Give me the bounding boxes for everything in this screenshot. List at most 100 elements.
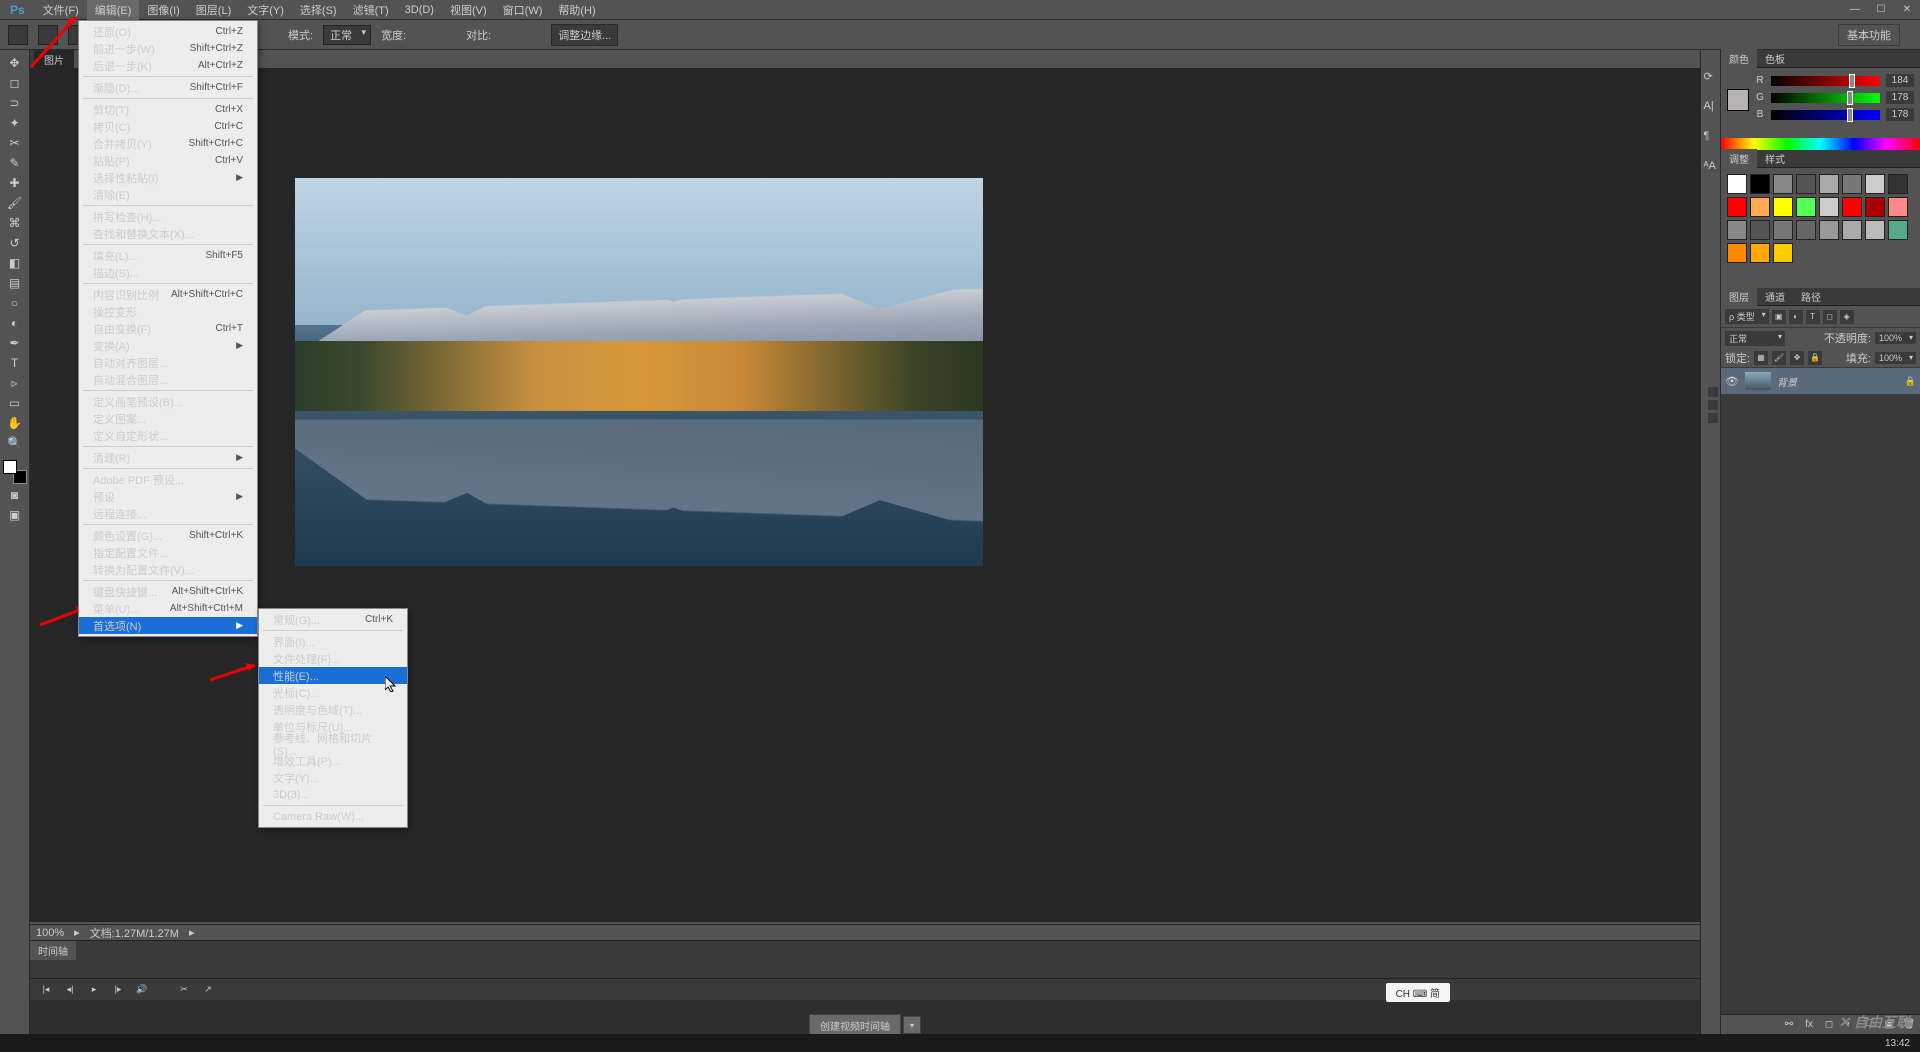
- tab-adjustments[interactable]: 调整: [1721, 149, 1757, 168]
- menu-item[interactable]: 合并拷贝(Y)Shift+Ctrl+C: [79, 135, 257, 152]
- menu-item[interactable]: 颜色设置(G)...Shift+Ctrl+K: [79, 527, 257, 544]
- submenu-item[interactable]: Camera Raw(W)...: [259, 808, 407, 825]
- menu-filter[interactable]: 滤镜(T): [345, 0, 397, 21]
- tab-channels[interactable]: 通道: [1757, 287, 1793, 306]
- style-swatch[interactable]: [1796, 220, 1816, 240]
- menu-file[interactable]: 文件(F): [35, 0, 87, 21]
- r-value[interactable]: 184: [1886, 74, 1914, 87]
- g-value[interactable]: 178: [1886, 91, 1914, 104]
- tab-styles[interactable]: 样式: [1757, 149, 1793, 168]
- style-swatch[interactable]: [1727, 243, 1747, 263]
- go-to-first-frame-icon[interactable]: |◂: [38, 983, 54, 997]
- menu-window[interactable]: 窗口(W): [495, 0, 551, 21]
- docinfo-arrow-icon[interactable]: ▸: [189, 926, 195, 939]
- menu-item[interactable]: 变换(A)▶: [79, 337, 257, 354]
- lock-icon[interactable]: 🔒: [1905, 376, 1916, 387]
- ime-indicator[interactable]: CH ⌨ 简: [1386, 983, 1450, 1002]
- blend-mode-dropdown[interactable]: 正常: [323, 25, 371, 45]
- menu-item[interactable]: 选择性粘贴(I)▶: [79, 169, 257, 186]
- style-swatch[interactable]: [1888, 174, 1908, 194]
- blur-tool[interactable]: ○: [4, 294, 26, 312]
- paragraph-panel-icon[interactable]: ¶: [1704, 130, 1718, 144]
- gradient-tool[interactable]: ▤: [4, 274, 26, 292]
- filter-smartobj-icon[interactable]: ◈: [1840, 310, 1854, 324]
- lock-pixels-icon[interactable]: 🖌: [1772, 351, 1786, 365]
- style-swatch[interactable]: [1796, 174, 1816, 194]
- dodge-tool[interactable]: ◐: [4, 314, 26, 332]
- menu-item[interactable]: 首选项(N)▶: [79, 617, 257, 634]
- menu-item[interactable]: 预设▶: [79, 488, 257, 505]
- maximize-button[interactable]: ☐: [1873, 2, 1889, 16]
- clone-stamp-tool[interactable]: ⌘: [4, 214, 26, 232]
- pen-tool[interactable]: ✒: [4, 334, 26, 352]
- menu-item[interactable]: 拼写检查(H)...: [79, 208, 257, 225]
- lock-all-icon[interactable]: 🔒: [1808, 351, 1822, 365]
- menu-item[interactable]: 自动对齐图层...: [79, 354, 257, 371]
- style-swatch[interactable]: [1750, 243, 1770, 263]
- style-swatch[interactable]: [1727, 174, 1747, 194]
- tool-preset-icon[interactable]: [8, 25, 28, 45]
- document-tab[interactable]: 图片: [34, 50, 74, 69]
- next-frame-icon[interactable]: |▸: [110, 983, 126, 997]
- style-swatch[interactable]: [1750, 174, 1770, 194]
- style-swatch[interactable]: [1842, 220, 1862, 240]
- filter-shape-icon[interactable]: ◻: [1823, 310, 1837, 324]
- tab-color[interactable]: 颜色: [1721, 49, 1757, 68]
- menu-select[interactable]: 选择(S): [292, 0, 345, 21]
- tab-swatches[interactable]: 色板: [1757, 49, 1793, 68]
- b-slider[interactable]: [1771, 110, 1880, 120]
- play-icon[interactable]: ▸: [86, 983, 102, 997]
- timeline-dropdown-icon[interactable]: ▾: [903, 1016, 921, 1034]
- layer-thumbnail[interactable]: [1745, 372, 1771, 390]
- menu-edit[interactable]: 编辑(E): [87, 0, 140, 21]
- layer-mask-icon[interactable]: ◻: [1822, 1018, 1836, 1032]
- menu-help[interactable]: 帮助(H): [550, 0, 603, 21]
- style-swatch[interactable]: [1865, 220, 1885, 240]
- healing-brush-tool[interactable]: ✚: [4, 174, 26, 192]
- menu-item[interactable]: Adobe PDF 预设...: [79, 471, 257, 488]
- marquee-tool[interactable]: ◻: [4, 74, 26, 92]
- panel-menu-icon[interactable]: [1708, 387, 1718, 397]
- menu-item[interactable]: 粘贴(P)Ctrl+V: [79, 152, 257, 169]
- workspace-switcher[interactable]: 基本功能: [1838, 24, 1900, 46]
- menu-item[interactable]: 还原(O)Ctrl+Z: [79, 23, 257, 40]
- transition-icon[interactable]: ↗: [200, 983, 216, 997]
- move-tool[interactable]: ✥: [4, 54, 26, 72]
- style-swatch[interactable]: [1727, 197, 1747, 217]
- audio-icon[interactable]: 🔊: [134, 983, 150, 997]
- document-info[interactable]: 文档:1.27M/1.27M: [90, 925, 179, 941]
- selection-mode-new-icon[interactable]: [38, 25, 58, 45]
- layer-name[interactable]: 背景: [1777, 374, 1899, 389]
- prev-frame-icon[interactable]: ◂|: [62, 983, 78, 997]
- magic-wand-tool[interactable]: ✦: [4, 114, 26, 132]
- menu-item[interactable]: 后退一步(K)Alt+Ctrl+Z: [79, 57, 257, 74]
- zoom-level[interactable]: 100%: [36, 927, 64, 939]
- style-swatch[interactable]: [1773, 220, 1793, 240]
- style-swatch[interactable]: [1750, 220, 1770, 240]
- lock-transparency-icon[interactable]: ▦: [1754, 351, 1768, 365]
- brush-tool[interactable]: 🖌: [4, 194, 26, 212]
- menu-item[interactable]: 定义自定形状...: [79, 427, 257, 444]
- style-swatch[interactable]: [1819, 220, 1839, 240]
- style-swatch[interactable]: [1750, 197, 1770, 217]
- submenu-item[interactable]: 参考线、网格和切片(S)...: [259, 735, 407, 752]
- r-slider[interactable]: [1771, 76, 1880, 86]
- visibility-icon[interactable]: 👁: [1725, 375, 1739, 388]
- character-panel-icon[interactable]: A|: [1704, 100, 1718, 114]
- quick-mask-icon[interactable]: ◙: [4, 486, 26, 504]
- menu-view[interactable]: 视图(V): [442, 0, 495, 21]
- layer-style-icon[interactable]: fx: [1802, 1018, 1816, 1032]
- style-swatch[interactable]: [1819, 174, 1839, 194]
- link-layers-icon[interactable]: ⚯: [1782, 1018, 1796, 1032]
- color-swatches[interactable]: [3, 460, 27, 484]
- menu-item[interactable]: 自动混合图层...: [79, 371, 257, 388]
- menu-item[interactable]: 清除(E): [79, 186, 257, 203]
- menu-image[interactable]: 图像(I): [139, 0, 187, 21]
- style-swatch[interactable]: [1865, 174, 1885, 194]
- type-tool[interactable]: T: [4, 354, 26, 372]
- opacity-value[interactable]: 100%: [1875, 332, 1916, 344]
- style-swatch[interactable]: [1842, 174, 1862, 194]
- tab-paths[interactable]: 路径: [1793, 287, 1829, 306]
- submenu-item[interactable]: 3D(3)...: [259, 786, 407, 803]
- path-selection-tool[interactable]: ▹: [4, 374, 26, 392]
